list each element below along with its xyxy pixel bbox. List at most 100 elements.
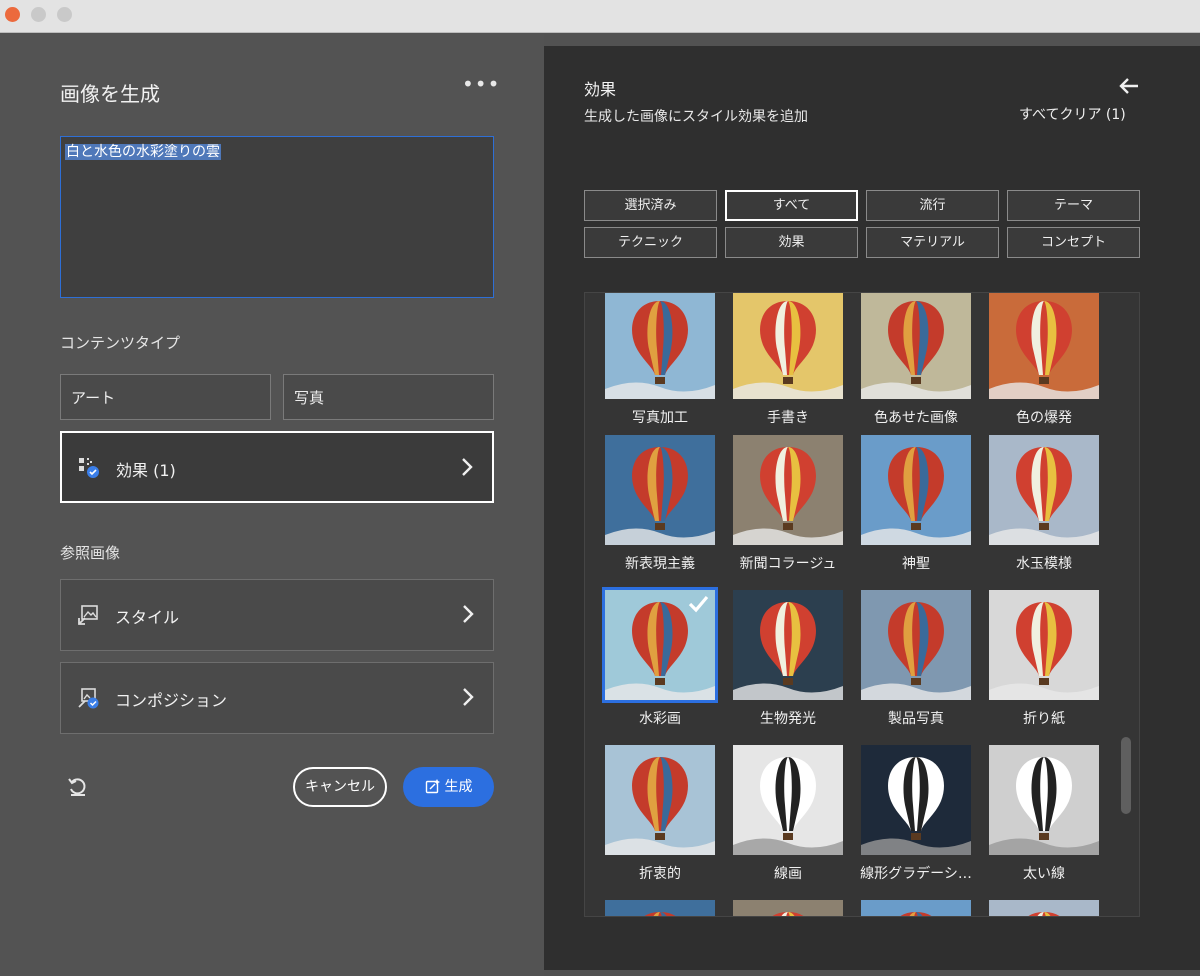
generate-label: 生成 bbox=[444, 779, 473, 795]
grid-scrollbar[interactable] bbox=[1117, 294, 1131, 914]
reference-image-label: 参照画像 bbox=[60, 544, 121, 562]
thumbnail-image bbox=[733, 900, 843, 916]
thumbnail-image bbox=[861, 293, 971, 399]
thumbnail-image bbox=[989, 293, 1099, 399]
effect-thumbnail-label: 生物発光 bbox=[760, 711, 816, 727]
thumbnail-image bbox=[733, 590, 843, 700]
effect-thumbnail-label: 新表現主義 bbox=[625, 556, 695, 572]
effect-thumbnail[interactable] bbox=[602, 587, 718, 703]
effect-thumbnail[interactable] bbox=[861, 435, 971, 545]
effects-panel: 効果 生成した画像にスタイル効果を追加 すべてクリア (1) 選択済み すべて … bbox=[544, 46, 1200, 970]
prompt-text: 白と水色の水彩塗りの雲 bbox=[65, 144, 221, 160]
effect-thumbnail[interactable] bbox=[989, 745, 1099, 855]
effect-thumbnail-label: 新聞コラージュ bbox=[739, 556, 837, 572]
effect-thumbnail[interactable] bbox=[605, 435, 715, 545]
effect-thumbnail-label: 色の爆発 bbox=[1016, 410, 1072, 426]
effect-thumbnail-label: 折り紙 bbox=[1023, 711, 1065, 727]
filter-all[interactable]: すべて bbox=[725, 190, 858, 221]
thumbnail-image bbox=[861, 745, 971, 855]
composition-reference-label: コンポジション bbox=[115, 691, 228, 710]
composition-reference-button[interactable]: コンポジション bbox=[60, 662, 494, 734]
filter-effect[interactable]: 効果 bbox=[725, 227, 858, 258]
panel-title: 画像を生成 bbox=[60, 82, 160, 106]
effect-thumbnail-label: 製品写真 bbox=[888, 711, 944, 727]
thumbnail-image bbox=[861, 435, 971, 545]
generate-panel: 画像を生成 ••• 白と水色の水彩塗りの雲 コンテンツタイプ アート 写真 効果… bbox=[0, 34, 544, 976]
thumbnail-image bbox=[989, 590, 1099, 700]
effect-thumbnail-label: 水彩画 bbox=[639, 711, 681, 727]
window-close-button[interactable] bbox=[5, 7, 20, 22]
effect-thumbnail[interactable] bbox=[733, 590, 843, 700]
filter-concept[interactable]: コンセプト bbox=[1007, 227, 1140, 258]
thumbnail-image bbox=[605, 900, 715, 916]
effect-thumbnail-label: 写真加工 bbox=[632, 410, 688, 426]
image-style-icon bbox=[78, 605, 98, 625]
chevron-right-icon bbox=[463, 605, 474, 623]
effect-thumbnail[interactable] bbox=[989, 435, 1099, 545]
effect-thumbnail[interactable] bbox=[605, 293, 715, 399]
thumbnail-image bbox=[989, 745, 1099, 855]
content-type-label: コンテンツタイプ bbox=[60, 334, 181, 352]
effect-thumbnail[interactable] bbox=[989, 293, 1099, 399]
thumbnail-image bbox=[989, 900, 1099, 916]
effect-thumbnail[interactable] bbox=[733, 293, 843, 399]
effect-thumbnail-label: 線形グラデーシ… bbox=[860, 866, 972, 882]
thumbnail-image bbox=[861, 590, 971, 700]
thumbnail-image bbox=[733, 435, 843, 545]
thumbnail-image bbox=[605, 745, 715, 855]
effect-thumbnail-label: 水玉模様 bbox=[1016, 556, 1072, 572]
chevron-right-icon bbox=[463, 688, 474, 706]
effect-thumbnail-label: 折衷的 bbox=[639, 866, 681, 882]
generate-icon bbox=[425, 779, 440, 794]
content-type-photo-button[interactable]: 写真 bbox=[283, 374, 494, 420]
window-maximize-button[interactable] bbox=[57, 7, 72, 22]
effect-thumbnail[interactable] bbox=[861, 293, 971, 399]
effect-thumbnail[interactable] bbox=[733, 900, 843, 916]
effect-thumbnail[interactable] bbox=[989, 590, 1099, 700]
generate-button[interactable]: 生成 bbox=[403, 767, 494, 807]
prompt-textarea[interactable]: 白と水色の水彩塗りの雲 bbox=[60, 136, 494, 298]
thumbnail-image bbox=[733, 745, 843, 855]
chevron-right-icon bbox=[462, 458, 473, 476]
thumbnail-image bbox=[989, 435, 1099, 545]
cancel-button[interactable]: キャンセル bbox=[293, 767, 387, 807]
effect-thumbnail[interactable] bbox=[989, 900, 1099, 916]
effect-thumbnail[interactable] bbox=[733, 435, 843, 545]
thumbnail-image bbox=[605, 293, 715, 399]
effect-thumbnail[interactable] bbox=[861, 745, 971, 855]
style-reference-label: スタイル bbox=[115, 608, 180, 627]
effect-thumbnail-label: 太い線 bbox=[1023, 866, 1065, 882]
reset-icon[interactable] bbox=[66, 774, 90, 798]
content-type-art-button[interactable]: アート bbox=[60, 374, 271, 420]
effects-button[interactable]: 効果 (1) bbox=[60, 431, 494, 503]
more-options-button[interactable]: ••• bbox=[462, 74, 499, 102]
effect-thumbnail[interactable] bbox=[861, 900, 971, 916]
check-icon bbox=[688, 595, 709, 613]
thumbnail-image bbox=[861, 900, 971, 916]
style-reference-button[interactable]: スタイル bbox=[60, 579, 494, 651]
clear-all-button[interactable]: すべてクリア (1) bbox=[1019, 104, 1126, 124]
effect-thumbnail[interactable] bbox=[605, 900, 715, 916]
effects-thumbnail-grid: 写真加工 手書き 色あせた画像 色の爆発 新表現主義 新聞コラージュ 神聖 水玉模様 水彩画 生物… bbox=[584, 292, 1140, 917]
filter-material[interactable]: マテリアル bbox=[866, 227, 999, 258]
effects-label: 効果 (1) bbox=[116, 461, 176, 480]
image-composition-icon bbox=[78, 688, 99, 709]
effects-icon bbox=[79, 458, 99, 478]
effect-thumbnail[interactable] bbox=[861, 590, 971, 700]
effect-thumbnail-label: 色あせた画像 bbox=[874, 410, 958, 426]
thumbnail-image bbox=[733, 293, 843, 399]
effects-panel-subtitle: 生成した画像にスタイル効果を追加 bbox=[584, 109, 808, 125]
window-minimize-button[interactable] bbox=[31, 7, 46, 22]
grid-scrollbar-thumb[interactable] bbox=[1121, 737, 1131, 814]
back-arrow-icon[interactable] bbox=[1118, 76, 1140, 96]
thumbnail-image bbox=[605, 435, 715, 545]
effect-thumbnail[interactable] bbox=[605, 745, 715, 855]
filter-selected[interactable]: 選択済み bbox=[584, 190, 717, 221]
filter-theme[interactable]: テーマ bbox=[1007, 190, 1140, 221]
effect-thumbnail-label: 手書き bbox=[767, 410, 809, 426]
filter-technique[interactable]: テクニック bbox=[584, 227, 717, 258]
effect-thumbnail-label: 線画 bbox=[774, 866, 802, 882]
effect-thumbnail[interactable] bbox=[733, 745, 843, 855]
window-titlebar bbox=[0, 0, 1200, 33]
filter-trending[interactable]: 流行 bbox=[866, 190, 999, 221]
